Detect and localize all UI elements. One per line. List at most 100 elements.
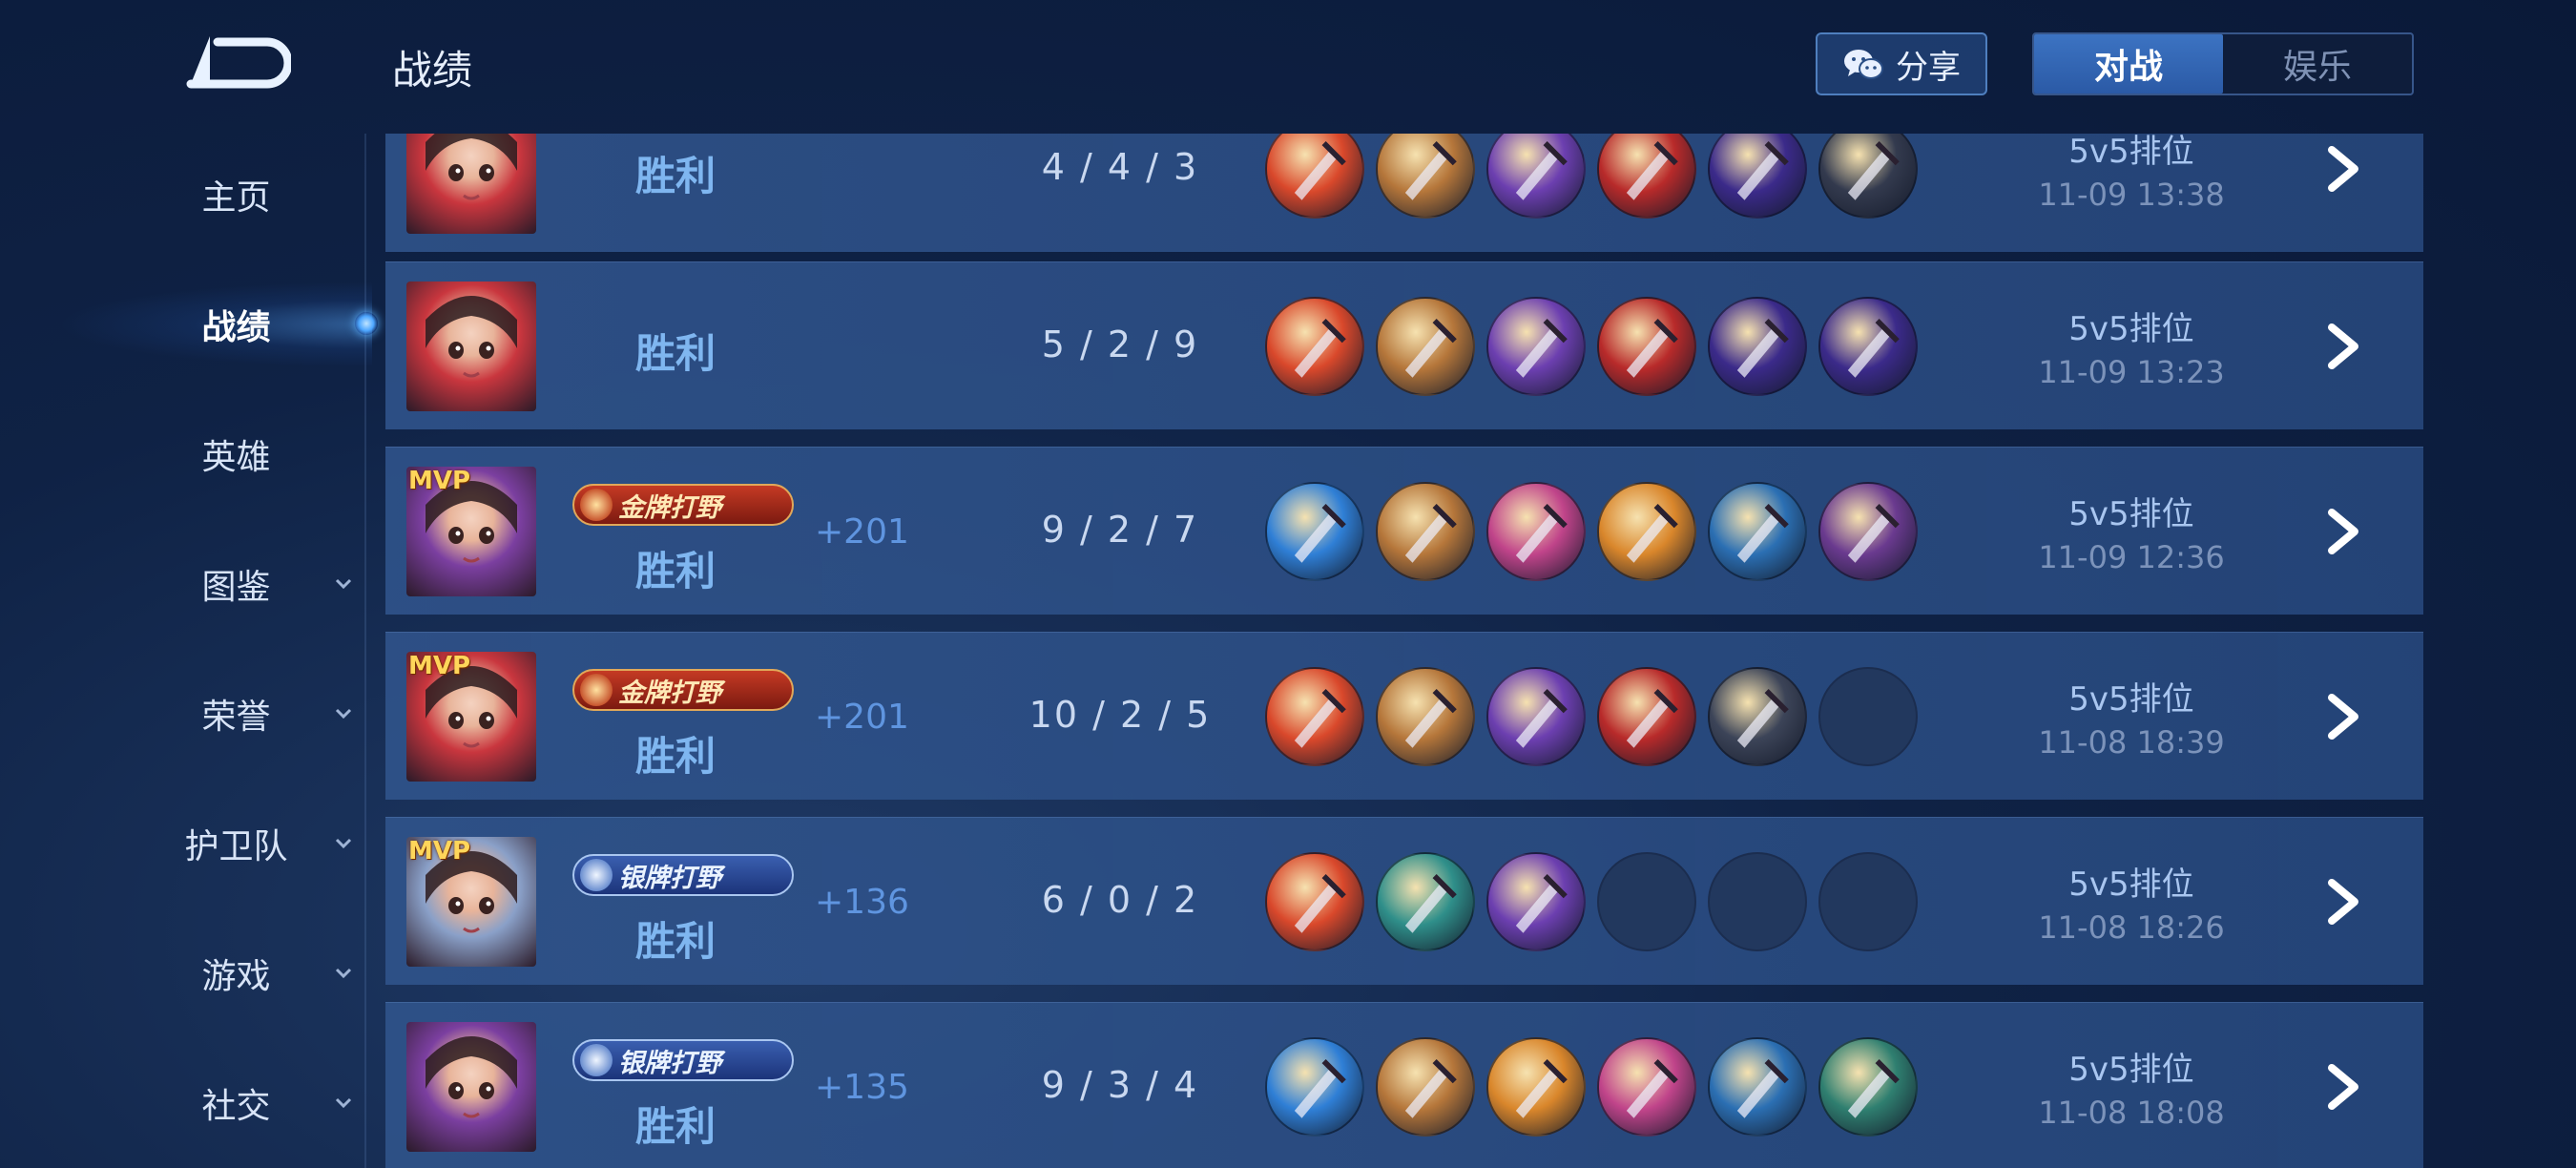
kda-stats: 9 / 3 / 4 [1041,1064,1199,1106]
match-result: 胜利 [635,918,717,965]
share-label: 分享 [1896,48,1961,87]
back-arrow-icon[interactable] [181,29,291,95]
equipment-item-icon [1708,1037,1807,1137]
match-row[interactable]: 胜利 4 / 4 / 3 5v5排位 11-09 13:38 [385,134,2423,252]
match-row[interactable]: MVP 金牌打野胜利 +201 9 / 2 / 7 5v5排位 11-09 12:36 [385,447,2423,615]
equipment-item-icon [1265,1037,1364,1137]
mode-tabs: 对战 娱乐 [2032,32,2414,95]
equipment-item-icon [1597,134,1696,219]
equipment-item-icon [1486,667,1586,766]
match-row[interactable]: MVP 金牌打野 胜利 +201 10 / 2 / 5 5v5排位 11-08 18:39 [385,632,2423,800]
hero-avatar: MVP [406,652,536,782]
equipment-list [1265,1037,1918,1137]
match-row[interactable]: 银牌打野 胜利 +135 9 / 3 / 4 5v5排位 11-08 18:08 [385,1002,2423,1168]
jungle-role-icon [580,489,613,521]
game-mode: 5v5排位 [2068,495,2194,533]
equipment-list [1265,852,1918,951]
equipment-item-icon [1597,297,1696,396]
empty-equipment-slot [1818,667,1918,766]
equipment-item-icon [1265,134,1364,219]
kda-stats: 10 / 2 / 5 [1028,694,1212,736]
equipment-item-icon [1486,1037,1586,1137]
equipment-item-icon [1265,852,1364,951]
share-button[interactable]: 分享 [1816,32,1987,95]
equipment-item-icon [1265,667,1364,766]
chevron-right-icon[interactable] [2316,1060,2370,1114]
equipment-item-icon [1265,297,1364,396]
sidebar-item-heroes[interactable]: 英雄 [143,416,363,492]
match-time: 11-09 12:36 [2038,539,2225,575]
chevron-right-icon[interactable] [2316,875,2370,928]
equipment-list [1265,482,1918,581]
sidebar-item-codex[interactable]: 图鉴 [143,546,363,622]
match-row[interactable]: 胜利 5 / 2 / 9 5v5排位 11-09 13:23 [385,261,2423,429]
equipment-item-icon [1376,134,1475,219]
sidebar-item-label: 护卫队 [184,827,288,866]
game-mode: 5v5排位 [2068,310,2194,348]
jungle-role-icon [580,1044,613,1076]
match-list[interactable]: 胜利 4 / 4 / 3 5v5排位 11-09 13:38 胜利 5 / 2 / 9 5v… [385,134,2423,1168]
chevron-down-icon [335,708,352,720]
match-time: 11-09 13:38 [2038,177,2225,213]
hero-portrait [426,296,517,378]
match-time: 11-08 18:26 [2038,909,2225,946]
tab-battle[interactable]: 对战 [2034,34,2223,94]
chevron-right-icon[interactable] [2316,505,2370,558]
hero-avatar [406,134,536,234]
match-result: 胜利 [635,1103,717,1150]
jungle-rank-badge: 银牌打野 [572,1039,794,1081]
kda-stats: 9 / 2 / 7 [1041,509,1199,551]
wechat-icon [1844,50,1883,79]
sidebar-divider [364,134,366,1168]
rank-points: +201 [815,512,909,552]
badge-label: 金牌打野 [618,678,721,708]
empty-equipment-slot [1708,852,1807,951]
sidebar-item-label: 社交 [201,1087,271,1126]
equipment-item-icon [1486,134,1586,219]
tab-entertainment[interactable]: 娱乐 [2223,34,2412,94]
equipment-item-icon [1376,482,1475,581]
chevron-right-icon[interactable] [2316,690,2370,743]
jungle-rank-badge: 金牌打野 [572,484,794,526]
hero-portrait [426,134,517,200]
equipment-item-icon [1708,667,1807,766]
match-time: 11-09 13:23 [2038,354,2225,390]
mvp-badge: MVP [408,467,471,495]
match-row[interactable]: MVP 银牌打野 胜利 +136 6 / 0 / 2 5v5排位 11-08 18:26 [385,817,2423,985]
chevron-right-icon[interactable] [2316,142,2370,196]
sidebar-item-guard[interactable]: 护卫队 [143,805,363,882]
kda-stats: 6 / 0 / 2 [1041,879,1199,921]
equipment-item-icon [1708,134,1807,219]
sidebar-item-label: 图鉴 [201,568,271,607]
equipment-item-icon [1376,852,1475,951]
empty-equipment-slot [1818,852,1918,951]
equipment-item-icon [1376,297,1475,396]
sidebar-item-home[interactable]: 主页 [143,156,363,233]
sidebar-item-social[interactable]: 社交 [143,1065,363,1141]
kda-stats: 4 / 4 / 3 [1041,146,1199,188]
chevron-right-icon[interactable] [2316,320,2370,373]
sidebar-item-label: 游戏 [201,957,271,996]
equipment-item-icon [1708,482,1807,581]
sidebar: 主页 战绩 英雄 图鉴 荣誉 护卫队 游戏 社交 [0,0,378,1168]
equipment-item-icon [1265,482,1364,581]
equipment-item-icon [1376,1037,1475,1137]
mvp-badge: MVP [408,652,471,680]
equipment-item-icon [1486,852,1586,951]
hero-avatar: MVP [406,837,536,967]
jungle-role-icon [580,859,613,891]
match-result: 胜利 [635,548,717,594]
hero-avatar [406,1022,536,1152]
equipment-list [1265,297,1918,396]
chevron-down-icon [335,968,352,979]
equipment-item-icon [1597,482,1696,581]
game-mode: 5v5排位 [2068,866,2194,904]
match-time: 11-08 18:08 [2038,1095,2225,1131]
sidebar-item-records[interactable]: 战绩 [143,286,363,363]
equipment-item-icon [1708,297,1807,396]
sidebar-item-game[interactable]: 游戏 [143,935,363,1012]
chevron-down-icon [335,1097,352,1109]
empty-equipment-slot [1597,852,1696,951]
equipment-item-icon [1597,667,1696,766]
sidebar-item-honor[interactable]: 荣誉 [143,676,363,752]
